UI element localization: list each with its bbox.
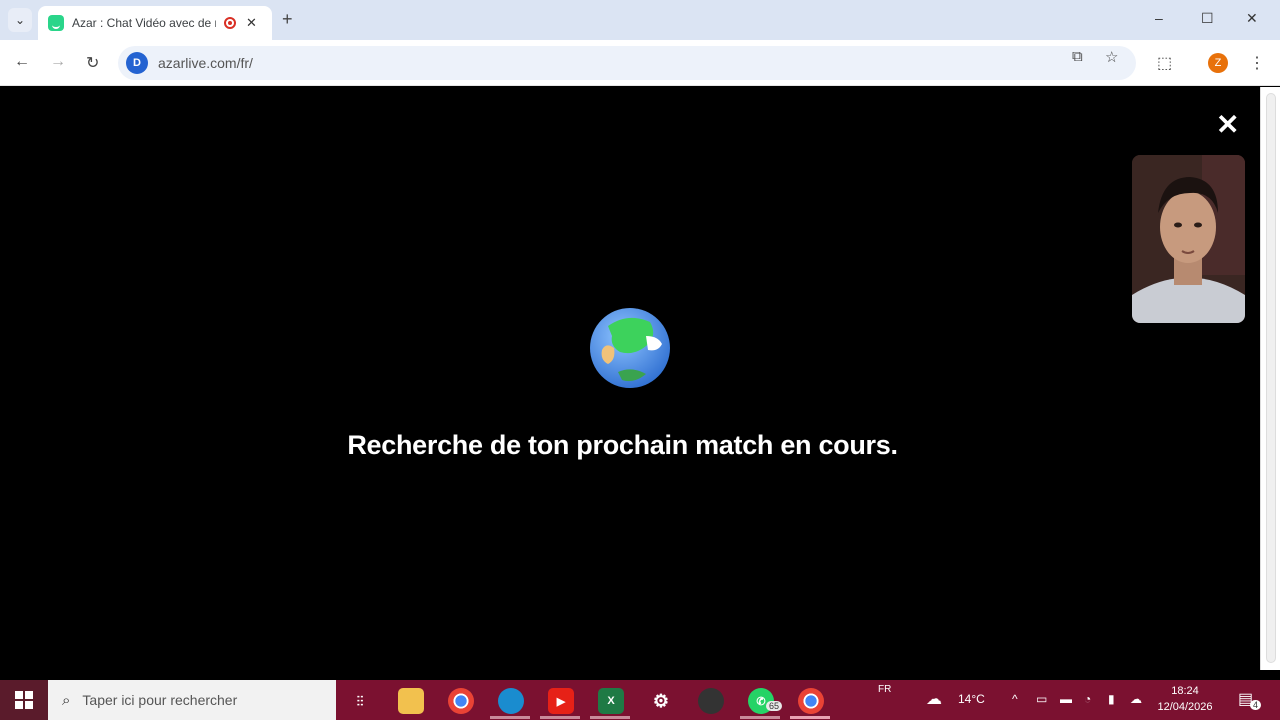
language-indicator[interactable]: FR [878, 684, 891, 695]
recording-icon [224, 17, 236, 29]
forward-icon[interactable]: → [50, 53, 66, 71]
url-text[interactable]: azarlive.com/fr/ [158, 55, 253, 71]
notification-count-badge: 4 [1250, 700, 1262, 710]
taskbar-clock[interactable]: 18:24 12/04/2026 [1152, 683, 1218, 715]
menu-kebab-icon[interactable]: ⋮ [1249, 53, 1265, 73]
tab-title: Azar : Chat Vidéo avec de n [72, 16, 216, 30]
browser-toolbar: ← → ↻ D azarlive.com/fr/ ⧉ ☆ ⬚ Z ⋮ [0, 40, 1280, 86]
tab-azar[interactable]: Azar : Chat Vidéo avec de n ✕ [38, 6, 272, 40]
maximize-button[interactable]: ☐ [1201, 10, 1214, 27]
file-explorer-icon[interactable] [398, 688, 424, 714]
matching-status-text: Recherche de ton prochain match en cours… [347, 430, 898, 460]
edge-icon[interactable] [498, 688, 524, 714]
taskbar-search-placeholder: Taper ici pour rechercher [82, 692, 238, 708]
scrollbar-thumb[interactable] [1266, 93, 1276, 663]
search-icon: ⌕ [62, 691, 71, 709]
excel-icon[interactable]: X [598, 688, 624, 714]
chrome-icon[interactable] [448, 688, 474, 714]
new-tab-button[interactable]: + [282, 9, 293, 30]
settings-gear-icon[interactable]: ⚙ [648, 688, 674, 714]
azar-favicon-icon [48, 15, 64, 31]
microphone-icon[interactable]: ▮ [1108, 692, 1115, 706]
windows-logo-icon [15, 691, 33, 709]
weather-temp[interactable]: 14°C [958, 692, 985, 706]
profile-avatar[interactable]: Z [1208, 53, 1228, 73]
minimize-button[interactable]: – [1155, 10, 1163, 26]
bookmark-star-icon[interactable]: ☆ [1105, 48, 1118, 66]
youtube-icon[interactable]: ▶ [548, 688, 574, 714]
self-camera-image [1132, 155, 1245, 323]
battery-icon[interactable]: ▬ [1060, 692, 1072, 706]
back-icon[interactable]: ← [14, 53, 30, 71]
extensions-icon[interactable]: ⬚ [1157, 53, 1172, 73]
network-icon[interactable]: ◔ [1084, 692, 1091, 706]
address-bar[interactable]: D azarlive.com/fr/ [118, 46, 1136, 80]
tab-close-icon[interactable]: ✕ [246, 15, 257, 31]
reload-icon[interactable]: ↻ [86, 53, 99, 73]
chevron-down-icon: ⌄ [14, 13, 26, 27]
excel-running-indicator [590, 716, 630, 719]
window-close-button[interactable]: ✕ [1246, 10, 1258, 27]
self-camera-preview [1132, 155, 1245, 323]
clock-date: 12/04/2026 [1157, 701, 1213, 713]
chrome-active-icon[interactable] [798, 688, 824, 714]
globe-icon [590, 308, 670, 388]
tab-search-button[interactable]: ⌄ [8, 8, 32, 32]
task-view-icon[interactable]: ⫶⫶ [347, 688, 373, 714]
site-info-icon[interactable]: D [126, 52, 148, 74]
clock-time: 18:24 [1171, 685, 1199, 697]
install-app-icon[interactable]: ⧉ [1072, 48, 1083, 65]
close-icon[interactable]: ✕ [1216, 108, 1239, 141]
tab-strip: ⌄ Azar : Chat Vidéo avec de n ✕ + – ☐ ✕ [0, 0, 1280, 40]
whatsapp-badge: 65 [766, 701, 783, 711]
page-scrollbar[interactable] [1260, 87, 1280, 670]
whatsapp-running-indicator [740, 716, 780, 719]
app-icon[interactable] [698, 688, 724, 714]
chevron-up-icon[interactable]: ^ [1012, 692, 1018, 706]
youtube-running-indicator [540, 716, 580, 719]
chrome-running-indicator [790, 716, 830, 719]
taskbar-search-box[interactable]: ⌕ Taper ici pour rechercher [48, 680, 336, 720]
meet-now-icon[interactable]: ▭ [1036, 692, 1047, 706]
edge-running-indicator [490, 716, 530, 719]
onedrive-icon[interactable]: ☁ [1130, 692, 1142, 706]
start-button[interactable] [0, 680, 48, 720]
weather-cloud-icon[interactable]: ☁ [926, 689, 942, 709]
